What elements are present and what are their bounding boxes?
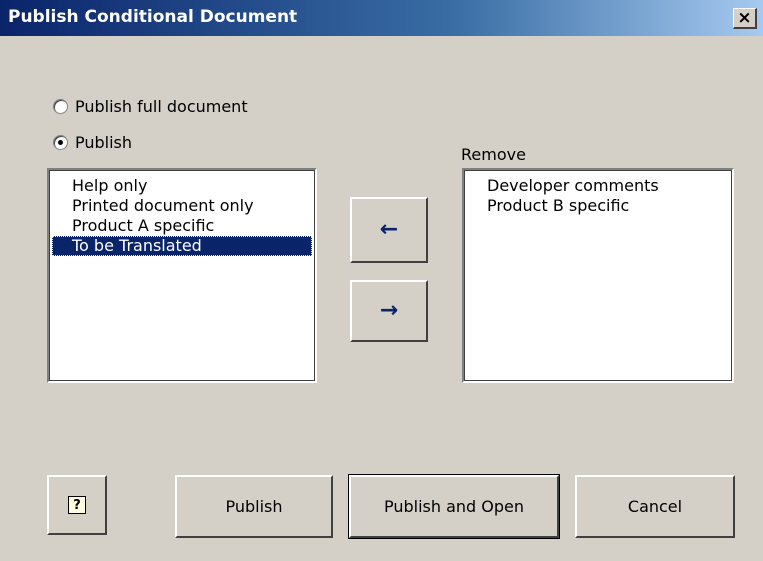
radio-publish-circle[interactable]	[53, 135, 68, 150]
remove-listbox[interactable]: Developer comments Product B specific	[462, 168, 734, 383]
publish-and-open-button-label: Publish and Open	[383, 497, 525, 516]
close-icon: ×	[737, 7, 752, 28]
radio-publish-full-label: Publish full document	[75, 97, 248, 116]
move-left-button[interactable]: ←	[350, 197, 428, 263]
publish-and-open-button[interactable]: Publish and Open	[348, 474, 560, 539]
dialog-title: Publish Conditional Document	[8, 7, 298, 27]
list-item[interactable]: Help only	[52, 176, 312, 196]
list-item[interactable]: Product B specific	[467, 196, 729, 216]
publish-listbox[interactable]: Help only Printed document only Product …	[47, 168, 317, 383]
remove-label: Remove	[461, 145, 526, 164]
help-button[interactable]: ?	[47, 475, 107, 535]
list-item-selected[interactable]: To be Translated	[52, 236, 312, 256]
cancel-button[interactable]: Cancel	[575, 475, 735, 538]
help-icon: ?	[68, 496, 86, 514]
arrow-right-icon: →	[379, 298, 399, 323]
cancel-button-label: Cancel	[627, 497, 683, 516]
list-item[interactable]: Developer comments	[467, 176, 729, 196]
list-item[interactable]: Printed document only	[52, 196, 312, 216]
radio-publish-label: Publish	[75, 133, 133, 152]
list-item[interactable]: Product A specific	[52, 216, 312, 236]
move-right-button[interactable]: →	[350, 280, 428, 342]
publish-conditional-dialog: Publish Conditional Document × Publish f…	[0, 0, 763, 561]
close-button[interactable]: ×	[733, 8, 757, 29]
publish-button-label: Publish	[225, 497, 283, 516]
radio-publish[interactable]: Publish	[53, 133, 132, 152]
radio-publish-full[interactable]: Publish full document	[53, 97, 248, 116]
publish-button[interactable]: Publish	[175, 475, 333, 538]
radio-publish-full-circle[interactable]	[53, 99, 68, 114]
arrow-left-icon: ←	[379, 217, 399, 242]
title-bar[interactable]: Publish Conditional Document ×	[0, 0, 763, 36]
